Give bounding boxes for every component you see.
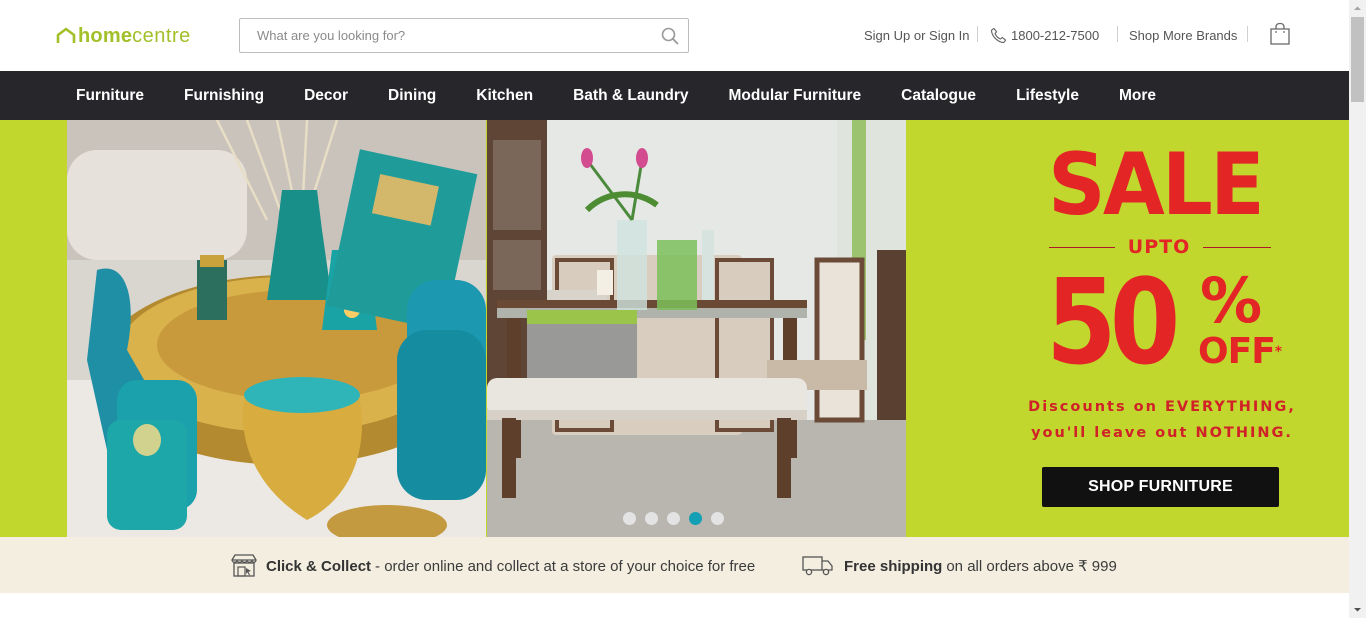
carousel-dot-4[interactable]: [689, 512, 702, 525]
promo-subline-2: you'll leave out NOTHING.: [1031, 425, 1293, 441]
free-shipping-title: Free shipping: [844, 557, 943, 575]
off-asterisk: *: [1274, 344, 1283, 360]
off-text: OFF: [1198, 331, 1276, 372]
search-input[interactable]: [240, 19, 657, 52]
click-collect-text: - order online and collect at a store of…: [375, 557, 756, 575]
main-nav: Furniture Furnishing Decor Dining Kitche…: [0, 71, 1349, 120]
scroll-down-arrow-icon[interactable]: [1349, 601, 1366, 618]
free-shipping-info: Free shipping on all orders above ₹ 999: [802, 556, 1117, 576]
nav-item-catalogue[interactable]: Catalogue: [881, 71, 996, 120]
banner-decor-image[interactable]: [67, 120, 486, 537]
header-divider: [977, 26, 978, 42]
phone-icon: [990, 27, 1007, 43]
sale-headline: SALE: [1048, 135, 1265, 235]
store-icon: [231, 554, 257, 577]
off-label: OFF*: [1198, 332, 1282, 372]
header-divider: [1117, 26, 1118, 42]
page-scrollbar[interactable]: [1349, 0, 1366, 618]
click-collect-title: Click & Collect: [266, 557, 372, 575]
shop-more-brands-label: Shop More Brands: [1129, 27, 1238, 43]
phone-number: 1800-212-7500: [1011, 27, 1100, 43]
banner-dining-image[interactable]: [487, 120, 906, 537]
sign-in-link[interactable]: Sign Up or Sign In: [864, 26, 970, 44]
service-info-strip: Click & Collect - order online and colle…: [0, 537, 1349, 593]
carousel-dot-3[interactable]: [667, 512, 680, 525]
carousel-dot-1[interactable]: [623, 512, 636, 525]
click-collect-info: Click & Collect - order online and colle…: [230, 554, 756, 577]
promo-subline-1: Discounts on EVERYTHING,: [1028, 399, 1296, 415]
header-divider: [1247, 26, 1248, 42]
scrollbar-thumb[interactable]: [1351, 17, 1364, 102]
nav-item-furniture[interactable]: Furniture: [56, 71, 164, 120]
nav-item-dining[interactable]: Dining: [368, 71, 456, 120]
discount-value: 50: [1046, 253, 1180, 391]
promo-subline: Discounts on EVERYTHING, you'll leave ou…: [1022, 394, 1302, 446]
percent-sign: %: [1200, 264, 1263, 337]
free-shipping-text: on all orders above ₹ 999: [946, 558, 1117, 575]
shopping-bag-icon[interactable]: [1268, 22, 1292, 46]
nav-item-bath-laundry[interactable]: Bath & Laundry: [553, 71, 708, 120]
search-icon[interactable]: [661, 27, 679, 45]
home-roof-icon: [56, 27, 76, 43]
nav-item-decor[interactable]: Decor: [284, 71, 368, 120]
homecentre-logo[interactable]: home centre: [56, 24, 191, 48]
logo-text-bold: home: [78, 24, 133, 47]
shop-furniture-button[interactable]: SHOP FURNITURE: [1042, 467, 1279, 507]
shop-more-brands-link[interactable]: Shop More Brands: [1129, 26, 1237, 44]
upto-divider-left: [1049, 247, 1115, 248]
truck-icon: [802, 556, 833, 576]
phone-link[interactable]: 1800-212-7500: [990, 26, 1099, 44]
nav-item-modular-furniture[interactable]: Modular Furniture: [709, 71, 882, 120]
nav-item-furnishing[interactable]: Furnishing: [164, 71, 284, 120]
nav-item-kitchen[interactable]: Kitchen: [456, 71, 553, 120]
search-box: [239, 18, 689, 53]
carousel-dot-5[interactable]: [711, 512, 724, 525]
sign-in-label: Sign Up or Sign In: [864, 27, 970, 43]
site-header: homecentre Sign Up or Sign In 1800-212-7…: [0, 0, 1349, 71]
scroll-up-arrow-icon[interactable]: [1349, 0, 1366, 17]
nav-item-more[interactable]: More: [1099, 71, 1176, 120]
carousel-dots: [623, 512, 724, 526]
carousel-dot-2[interactable]: [645, 512, 658, 525]
logo-text-light: centre: [132, 24, 191, 47]
nav-item-lifestyle[interactable]: Lifestyle: [996, 71, 1099, 120]
upto-divider-right: [1203, 247, 1271, 248]
